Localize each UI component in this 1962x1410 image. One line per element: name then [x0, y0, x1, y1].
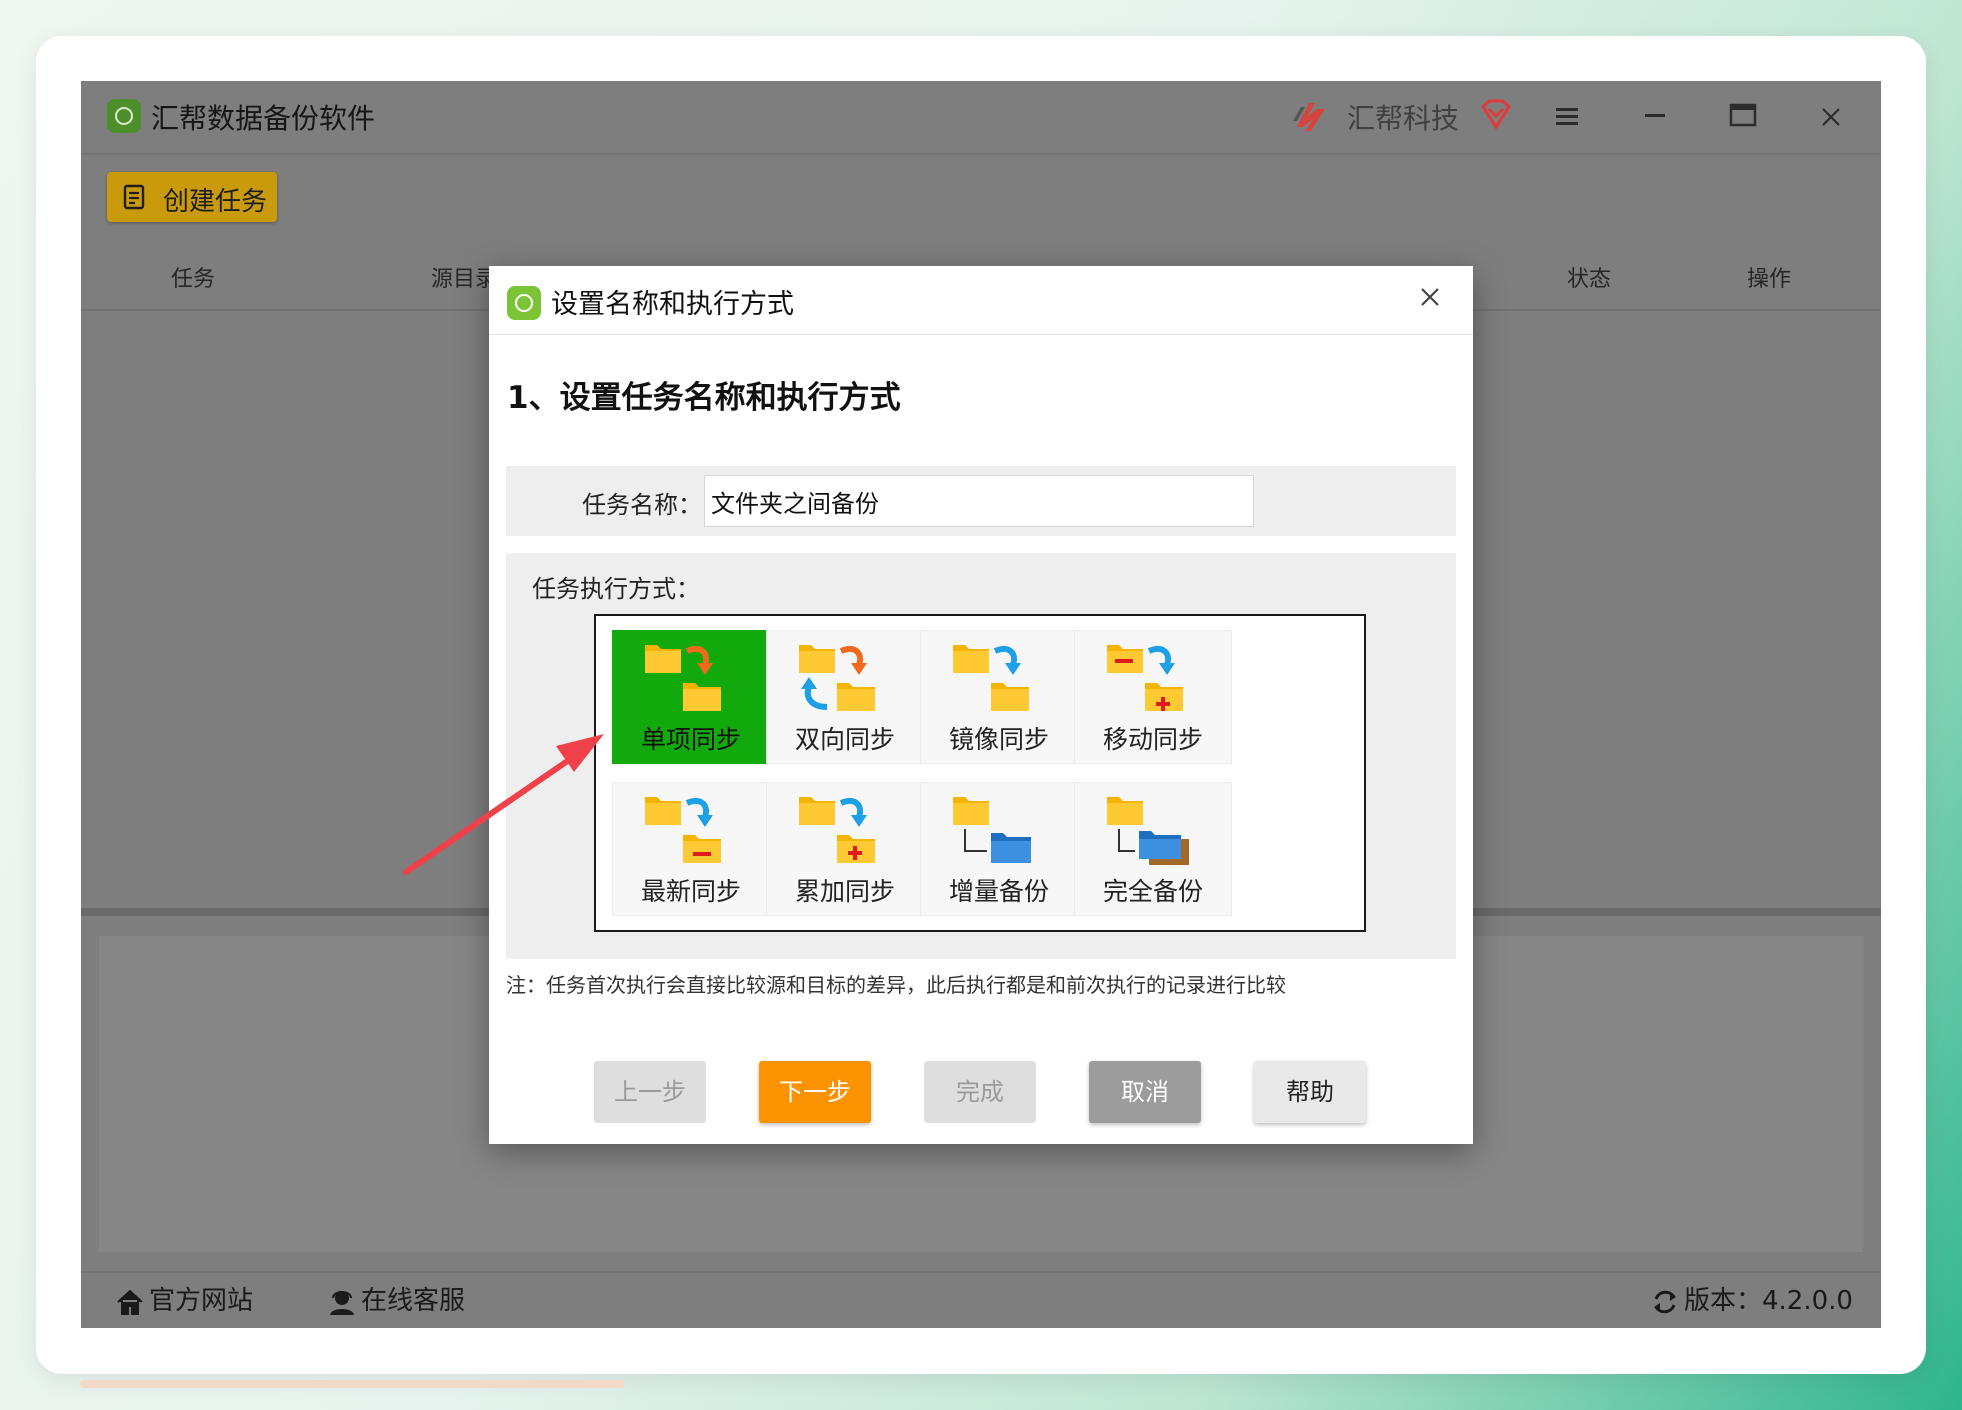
mode-label-two-way-sync: 双向同步 — [794, 725, 895, 754]
next-step-button[interactable]: 下一步 — [759, 1061, 871, 1123]
task-setup-dialog: 设置名称和执行方式 1、设置任务名称和执行方式 任务名称： 任务执行方式： 单项… — [489, 266, 1473, 1144]
task-name-input[interactable] — [704, 475, 1254, 527]
column-header-source: 源目录 — [431, 267, 498, 292]
create-task-label: 创建任务 — [163, 187, 268, 217]
mode-tile-incremental-backup[interactable]: 增量备份 — [920, 782, 1078, 916]
task-name-row: 任务名称： — [506, 466, 1456, 536]
mode-tile-cumulative-sync[interactable]: 累加同步 — [766, 782, 924, 916]
execution-note: 注：任务首次执行会直接比较源和目标的差异，此后执行都是和前次执行的记录进行比较 — [506, 973, 1286, 997]
execution-mode-grid: 单项同步 双向同步 镜像同步 移动同步 最新同步 累加同步 增量备份 完全备份 — [594, 614, 1366, 932]
cumulative-sync-icon — [799, 797, 875, 863]
latest-sync-icon — [645, 797, 721, 863]
brand-name: 汇帮科技 — [1347, 102, 1460, 135]
mode-tile-two-way-sync[interactable]: 双向同步 — [766, 630, 924, 764]
dialog-title: 设置名称和执行方式 — [551, 289, 794, 320]
move-sync-icon — [1107, 645, 1183, 711]
two-way-sync-icon — [799, 645, 875, 711]
mode-label-full-backup: 完全备份 — [1102, 877, 1203, 906]
cancel-button[interactable]: 取消 — [1089, 1061, 1201, 1123]
mode-label-latest-sync: 最新同步 — [640, 877, 741, 906]
previous-step-button[interactable]: 上一步 — [594, 1061, 706, 1123]
execution-mode-label: 任务执行方式： — [532, 575, 700, 603]
mode-tile-full-backup[interactable]: 完全备份 — [1074, 782, 1232, 916]
official-website-link[interactable]: 官方网站 — [115, 1281, 253, 1321]
task-name-label: 任务名称： — [582, 491, 702, 519]
mode-label-one-way-sync: 单项同步 — [640, 725, 741, 754]
mode-label-mirror-sync: 镜像同步 — [948, 725, 1049, 754]
official-website-label: 官方网站 — [149, 1286, 254, 1316]
help-button[interactable]: 帮助 — [1254, 1061, 1366, 1123]
dialog-close-icon[interactable] — [1413, 282, 1447, 316]
mode-label-move-sync: 移动同步 — [1102, 725, 1203, 754]
column-header-action: 操作 — [1747, 267, 1792, 292]
decorative-underline — [80, 1380, 625, 1388]
mode-tile-one-way-sync[interactable]: 单项同步 — [612, 630, 770, 764]
mirror-sync-icon — [953, 645, 1029, 711]
mode-tile-mirror-sync[interactable]: 镜像同步 — [920, 630, 1078, 764]
execution-mode-area: 任务执行方式： 单项同步 双向同步 镜像同步 移动同步 最新同步 累加同步 增量… — [506, 553, 1456, 959]
minimize-icon[interactable] — [1635, 99, 1675, 139]
version-label: 版本：4.2.0.0 — [1684, 1286, 1853, 1316]
full-backup-icon — [1107, 797, 1189, 865]
app-logo-icon — [107, 99, 141, 133]
mode-tile-latest-sync[interactable]: 最新同步 — [612, 782, 770, 916]
refresh-icon — [1654, 1290, 1676, 1313]
online-support-label: 在线客服 — [361, 1286, 466, 1316]
version-info[interactable]: 版本：4.2.0.0 — [1650, 1281, 1853, 1321]
app-titlebar: 汇帮数据备份软件 汇帮科技 — [81, 81, 1881, 153]
step-heading: 1、设置任务名称和执行方式 — [507, 380, 901, 416]
brand-logo-icon — [1293, 103, 1325, 131]
titlebar-divider — [81, 153, 1881, 155]
support-agent-icon — [330, 1290, 354, 1315]
home-icon — [117, 1289, 143, 1315]
footer-divider — [81, 1271, 1881, 1273]
online-support-link[interactable]: 在线客服 — [327, 1281, 465, 1321]
column-header-task: 任务 — [171, 267, 216, 292]
incremental-backup-icon — [953, 797, 1031, 863]
column-header-status: 状态 — [1567, 267, 1612, 292]
dialog-header: 设置名称和执行方式 — [489, 266, 1473, 335]
menu-icon[interactable] — [1547, 99, 1587, 139]
maximize-icon[interactable] — [1723, 99, 1763, 139]
one-way-sync-icon — [645, 645, 721, 711]
dialog-logo-icon — [507, 286, 541, 320]
task-list-icon — [123, 184, 145, 210]
mode-tile-move-sync[interactable]: 移动同步 — [1074, 630, 1232, 764]
mode-label-incremental-backup: 增量备份 — [948, 877, 1049, 906]
diamond-icon — [1481, 99, 1511, 130]
create-task-button[interactable]: 创建任务 — [107, 172, 277, 222]
close-icon[interactable] — [1811, 99, 1851, 139]
finish-button[interactable]: 完成 — [924, 1061, 1036, 1123]
mode-label-cumulative-sync: 累加同步 — [794, 877, 895, 906]
app-title: 汇帮数据备份软件 — [151, 102, 376, 135]
